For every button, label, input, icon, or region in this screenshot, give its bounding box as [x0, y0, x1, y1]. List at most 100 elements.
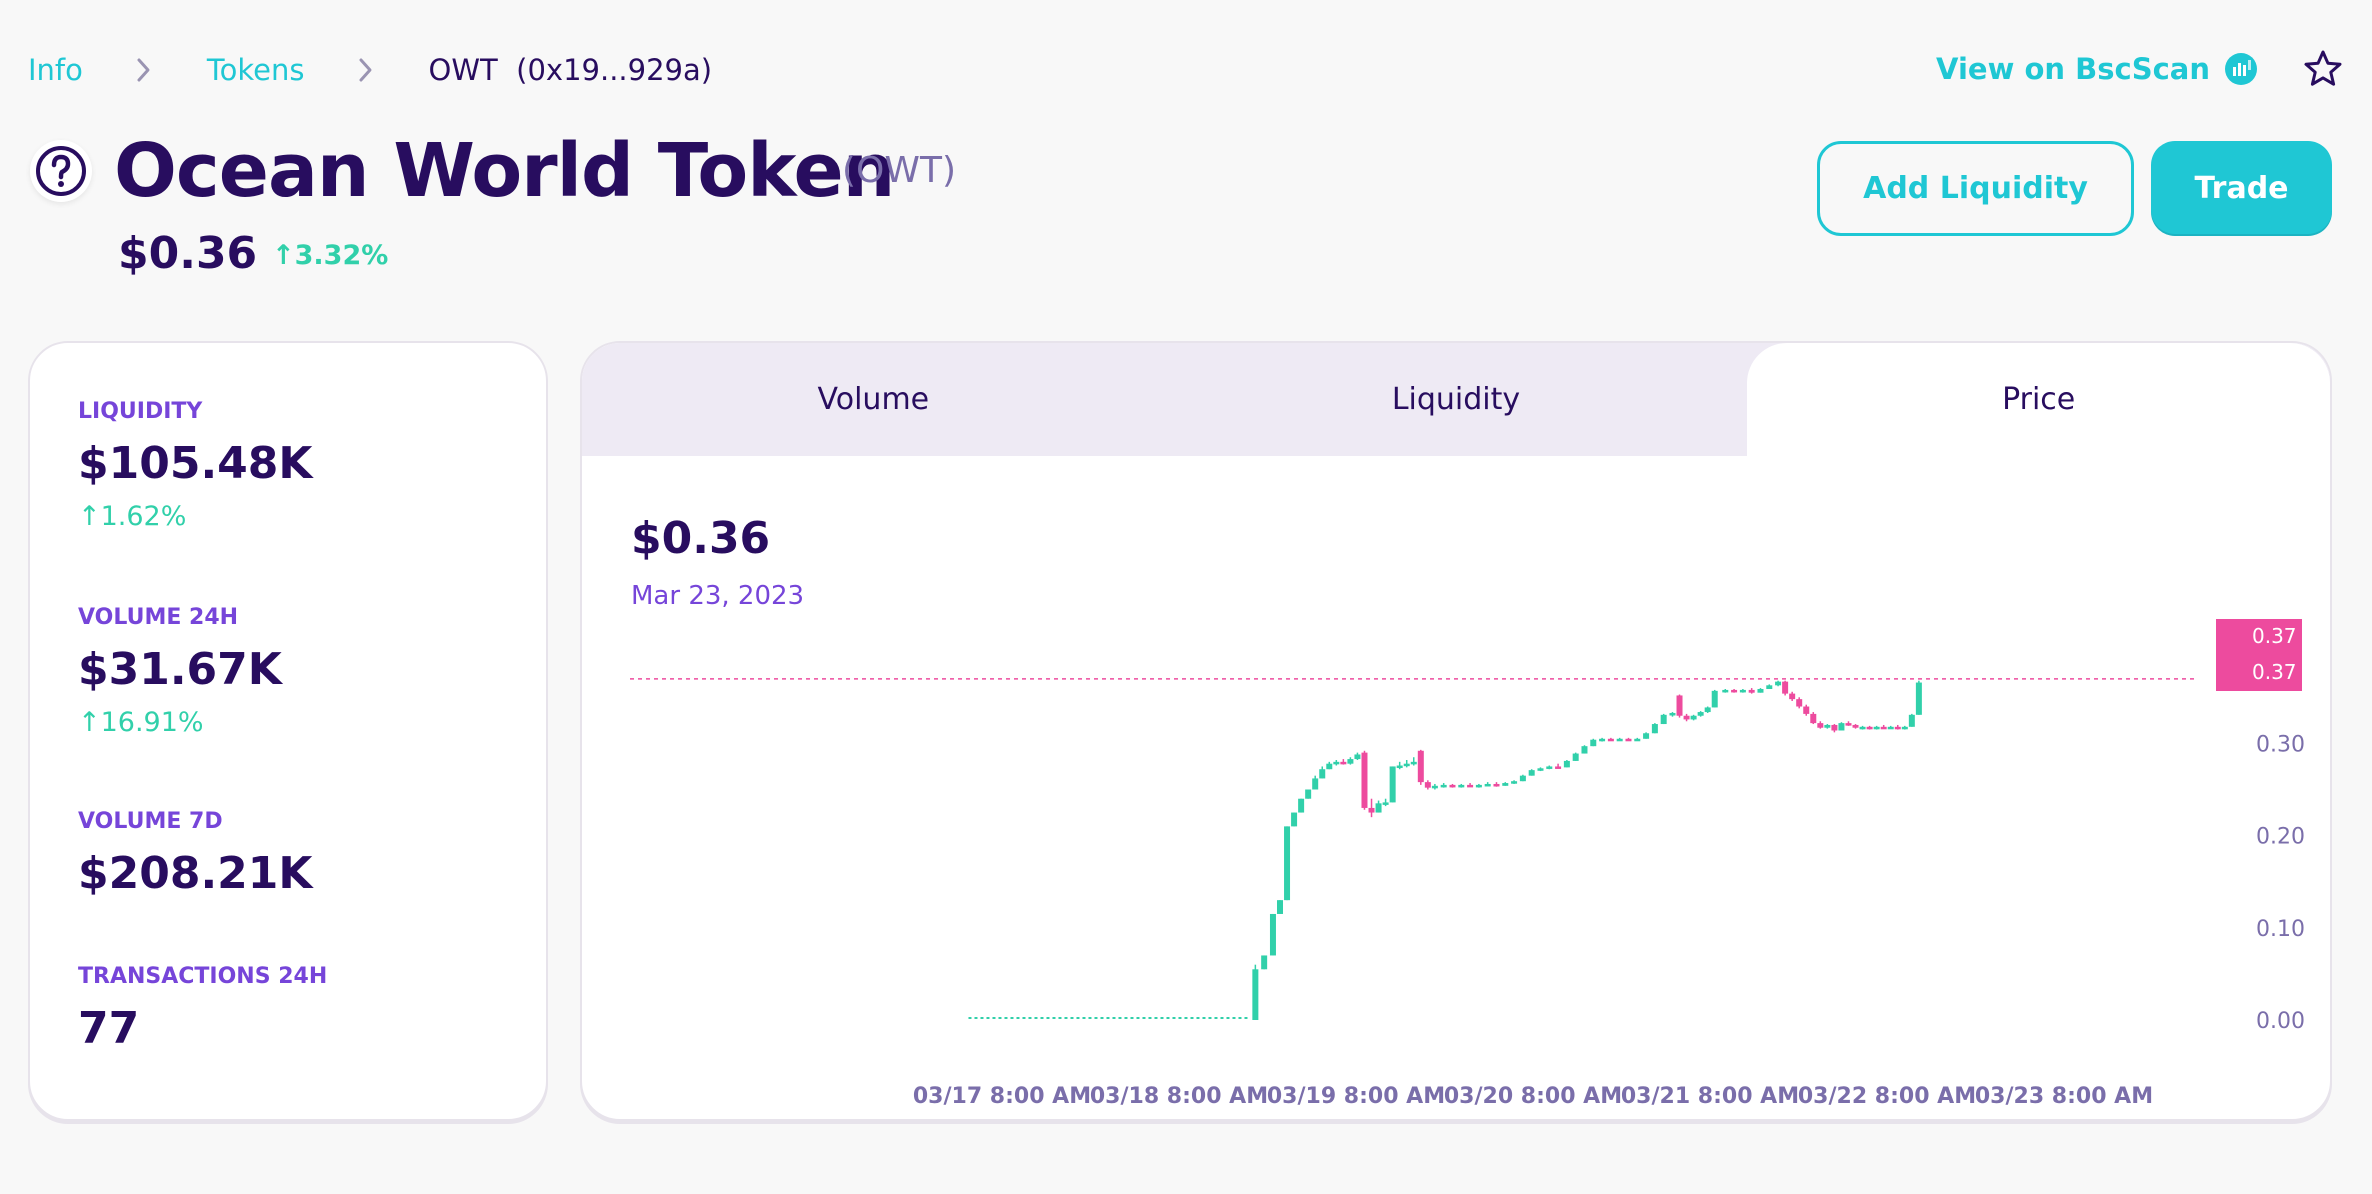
y-tick-label: 0.00: [2256, 1009, 2305, 1034]
candle: [1291, 812, 1298, 827]
stat-change: ↑1.62%: [78, 501, 187, 532]
candle: [1803, 706, 1810, 714]
y-tick-label: 0.30: [2256, 732, 2305, 757]
candle: [1887, 726, 1894, 730]
candle: [1563, 760, 1570, 768]
candle: [1704, 707, 1711, 713]
candle: [1458, 784, 1465, 788]
stat-value: $208.21K: [78, 848, 313, 899]
view-on-bscscan-link[interactable]: View on BscScan: [1936, 46, 2258, 92]
candle: [1852, 724, 1859, 728]
candle: [1382, 802, 1389, 805]
candle: [1599, 738, 1606, 742]
candle: [1711, 690, 1718, 708]
candle: [1340, 761, 1347, 765]
candle: [1361, 752, 1368, 808]
x-tick-label: 03/17 8:00 AM: [913, 1084, 1091, 1109]
candle: [1502, 783, 1509, 786]
candle: [1590, 739, 1597, 747]
candle: [1789, 693, 1796, 700]
candle: [1403, 763, 1410, 767]
chevron-right-icon: [135, 56, 153, 84]
candle: [1676, 695, 1683, 716]
breadcrumb: Info Tokens OWT (0x19...929a): [28, 48, 712, 92]
stat-value: $31.67K: [78, 644, 282, 695]
x-tick-label: 03/19 8:00 AM: [1267, 1084, 1445, 1109]
trade-button[interactable]: Trade: [2151, 141, 2332, 236]
price-label: 0.37: [2252, 624, 2297, 648]
transactions-24h-stat: TRANSACTIONS 24H 77: [78, 964, 327, 1054]
stat-label: VOLUME 24H: [78, 605, 239, 630]
candle: [1475, 784, 1482, 788]
candle: [1440, 784, 1447, 788]
price-label: 0.37: [2252, 660, 2297, 684]
candle: [1375, 803, 1382, 813]
candle: [1722, 689, 1729, 693]
candle: [1319, 769, 1326, 779]
x-tick-label: 03/21 8:00 AM: [1621, 1084, 1799, 1109]
candle: [1845, 723, 1852, 726]
candle: [1731, 689, 1738, 693]
candle: [1831, 724, 1838, 731]
x-tick-label: 03/23 8:00 AM: [1975, 1084, 2153, 1109]
candle: [1467, 784, 1474, 788]
add-liquidity-button[interactable]: Add Liquidity: [1817, 141, 2134, 236]
candle: [1252, 969, 1259, 1020]
candle: [1757, 689, 1764, 693]
candle: [1824, 724, 1831, 728]
chart-card: Volume Liquidity Price $0.36 Mar 23, 202…: [580, 341, 2332, 1121]
price-change: ↑3.32%: [272, 240, 389, 271]
candle: [1607, 738, 1614, 742]
candle: [1616, 738, 1623, 742]
stat-label: TRANSACTIONS 24H: [78, 964, 328, 989]
candle: [1269, 913, 1276, 956]
candle: [1347, 759, 1354, 764]
candle: [1796, 699, 1803, 707]
candle: [1866, 726, 1873, 730]
token-stats-card: LIQUIDITY $105.48K ↑1.62% VOLUME 24H $31…: [28, 341, 548, 1121]
candle: [1894, 726, 1901, 730]
token-symbol: (OWT): [842, 150, 957, 191]
breadcrumb-info-link[interactable]: Info: [28, 53, 83, 87]
candle: [1880, 726, 1887, 730]
help-icon: [36, 146, 86, 196]
candle: [1449, 784, 1456, 788]
star-icon[interactable]: [2302, 48, 2344, 90]
candle: [1484, 783, 1491, 787]
x-tick-label: 03/22 8:00 AM: [1798, 1084, 1976, 1109]
candle: [1555, 766, 1562, 769]
candle: [1581, 746, 1588, 754]
candle: [1537, 768, 1544, 771]
candle: [1683, 715, 1690, 720]
x-tick-label: 03/18 8:00 AM: [1090, 1084, 1268, 1109]
candle: [1298, 798, 1305, 813]
candle: [1651, 724, 1658, 734]
stat-value: 77: [78, 1003, 140, 1054]
candle: [1312, 778, 1319, 790]
candle: [1660, 714, 1667, 725]
candle: [1354, 754, 1361, 760]
bscscan-icon: [2225, 53, 2257, 85]
candle: [1915, 682, 1922, 715]
y-tick-label: 0.20: [2256, 825, 2305, 850]
candle: [1333, 761, 1340, 765]
chevron-right-icon: [357, 56, 375, 84]
candle: [1389, 766, 1396, 803]
candle: [1261, 955, 1268, 970]
candle: [1697, 712, 1704, 716]
candle: [1901, 726, 1908, 730]
breadcrumb-tokens-link[interactable]: Tokens: [207, 53, 305, 87]
stat-value: $105.48K: [78, 438, 313, 489]
candle: [1277, 900, 1283, 914]
candle: [1690, 715, 1697, 720]
bscscan-link-label: View on BscScan: [1936, 52, 2210, 86]
y-tick-label: 0.10: [2256, 917, 2305, 942]
candle: [1669, 712, 1676, 716]
token-logo: [30, 140, 92, 202]
candle: [1396, 765, 1403, 769]
price-chart[interactable]: 0.000.100.200.300.370.3703/17 8:00 AM03/…: [582, 343, 2332, 1121]
candle: [1493, 783, 1500, 787]
candle: [1739, 689, 1746, 693]
candle: [1873, 726, 1880, 730]
candle: [1634, 738, 1641, 742]
